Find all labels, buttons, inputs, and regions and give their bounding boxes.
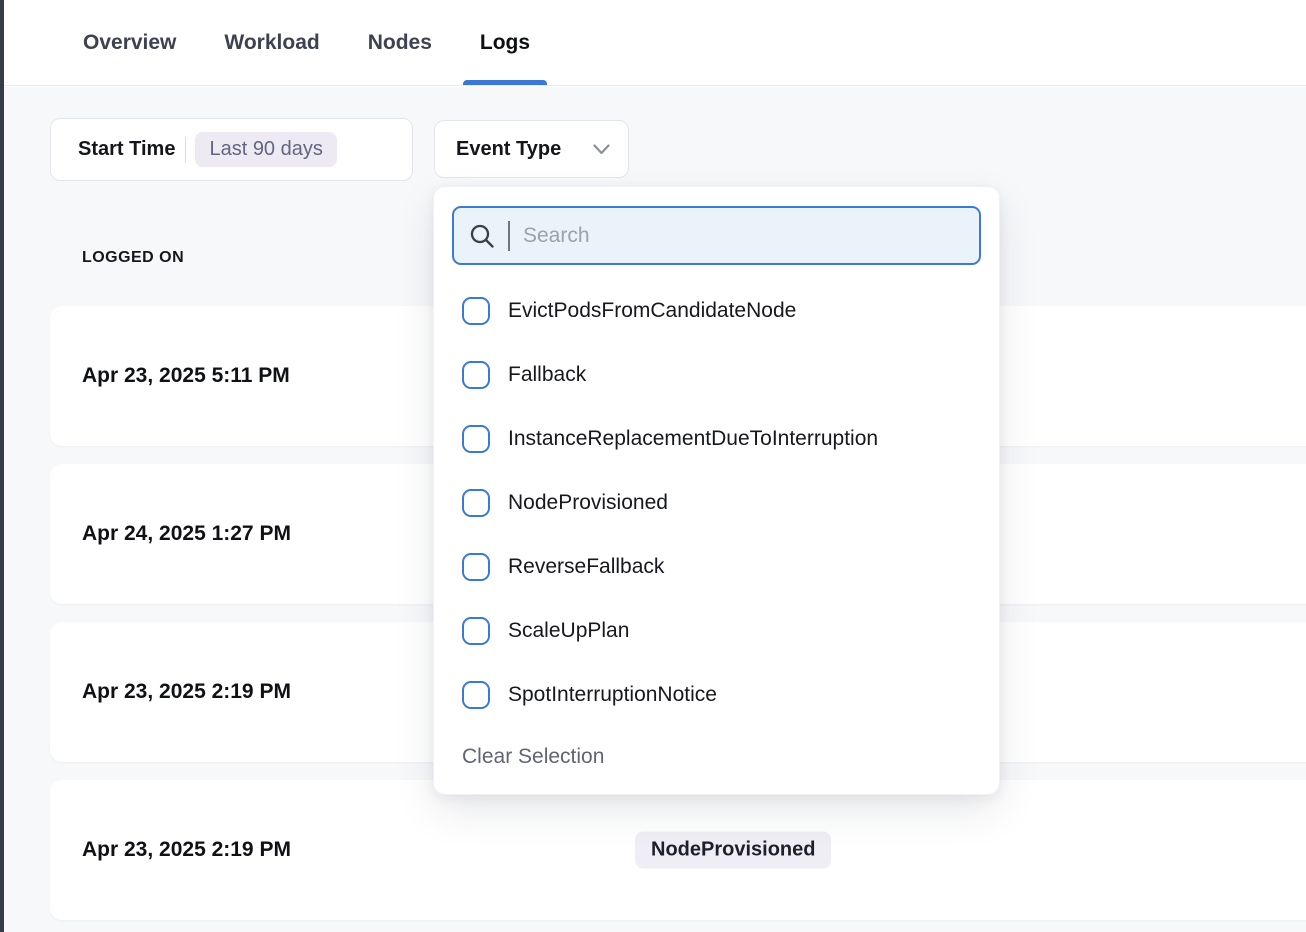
logged-on-value: Apr 23, 2025 2:19 PM <box>82 680 291 704</box>
dropdown-search-box[interactable] <box>452 206 981 265</box>
start-time-value: Last 90 days <box>195 132 336 167</box>
filter-bar: Start Time Last 90 days Event Type <box>50 118 629 181</box>
event-type-options: EvictPodsFromCandidateNode Fallback Inst… <box>452 279 981 727</box>
option-fallback[interactable]: Fallback <box>452 343 981 407</box>
tab-overview[interactable]: Overview <box>83 0 176 85</box>
option-reversefallback[interactable]: ReverseFallback <box>452 535 981 599</box>
option-label: EvictPodsFromCandidateNode <box>508 299 796 323</box>
logs-page: Start Time Last 90 days Event Type LOGGE… <box>0 87 1306 932</box>
option-nodeprovisioned[interactable]: NodeProvisioned <box>452 471 981 535</box>
tab-logs-label: Logs <box>480 31 530 55</box>
search-icon <box>469 223 495 249</box>
event-type-filter[interactable]: Event Type <box>434 120 629 178</box>
option-label: ScaleUpPlan <box>508 619 629 643</box>
column-header-logged-on: LOGGED ON <box>82 249 184 267</box>
checkbox[interactable] <box>462 681 490 709</box>
option-scaleupplan[interactable]: ScaleUpPlan <box>452 599 981 663</box>
option-instancereplacementduetointerruption[interactable]: InstanceReplacementDueToInterruption <box>452 407 981 471</box>
active-tab-indicator <box>463 80 547 85</box>
text-cursor <box>508 221 510 251</box>
option-spotinterruptionnotice[interactable]: SpotInterruptionNotice <box>452 663 981 727</box>
filter-divider <box>185 137 186 163</box>
tab-nodes-label: Nodes <box>368 31 432 55</box>
option-label: NodeProvisioned <box>508 491 668 515</box>
logged-on-value: Apr 23, 2025 5:11 PM <box>82 364 290 388</box>
option-label: ReverseFallback <box>508 555 664 579</box>
checkbox[interactable] <box>462 553 490 581</box>
logged-on-value: Apr 23, 2025 2:19 PM <box>82 838 291 862</box>
tab-overview-label: Overview <box>83 31 176 55</box>
log-row: Apr 23, 2025 2:19 PM NodeProvisioned <box>50 780 1306 920</box>
logged-on-value: Apr 24, 2025 1:27 PM <box>82 522 291 546</box>
checkbox[interactable] <box>462 425 490 453</box>
sidebar-edge-bar <box>0 0 4 932</box>
option-evictpodsfromcandidatenode[interactable]: EvictPodsFromCandidateNode <box>452 279 981 343</box>
checkbox[interactable] <box>462 361 490 389</box>
tabs-bar: Overview Workload Nodes Logs <box>0 0 1306 86</box>
tab-logs[interactable]: Logs <box>480 0 530 85</box>
start-time-label: Start Time <box>78 138 175 161</box>
event-type-dropdown: EvictPodsFromCandidateNode Fallback Inst… <box>433 186 1000 795</box>
checkbox[interactable] <box>462 617 490 645</box>
event-type-badge: NodeProvisioned <box>635 832 831 869</box>
option-label: InstanceReplacementDueToInterruption <box>508 427 878 451</box>
tab-workload[interactable]: Workload <box>224 0 319 85</box>
start-time-filter[interactable]: Start Time Last 90 days <box>50 118 413 181</box>
tab-workload-label: Workload <box>224 31 319 55</box>
option-label: Fallback <box>508 363 586 387</box>
event-type-label: Event Type <box>456 138 561 161</box>
chevron-down-icon <box>593 144 610 155</box>
search-input[interactable] <box>523 224 964 248</box>
clear-selection-button[interactable]: Clear Selection <box>452 745 604 769</box>
option-label: SpotInterruptionNotice <box>508 683 717 707</box>
checkbox[interactable] <box>462 489 490 517</box>
checkbox[interactable] <box>462 297 490 325</box>
tab-nodes[interactable]: Nodes <box>368 0 432 85</box>
